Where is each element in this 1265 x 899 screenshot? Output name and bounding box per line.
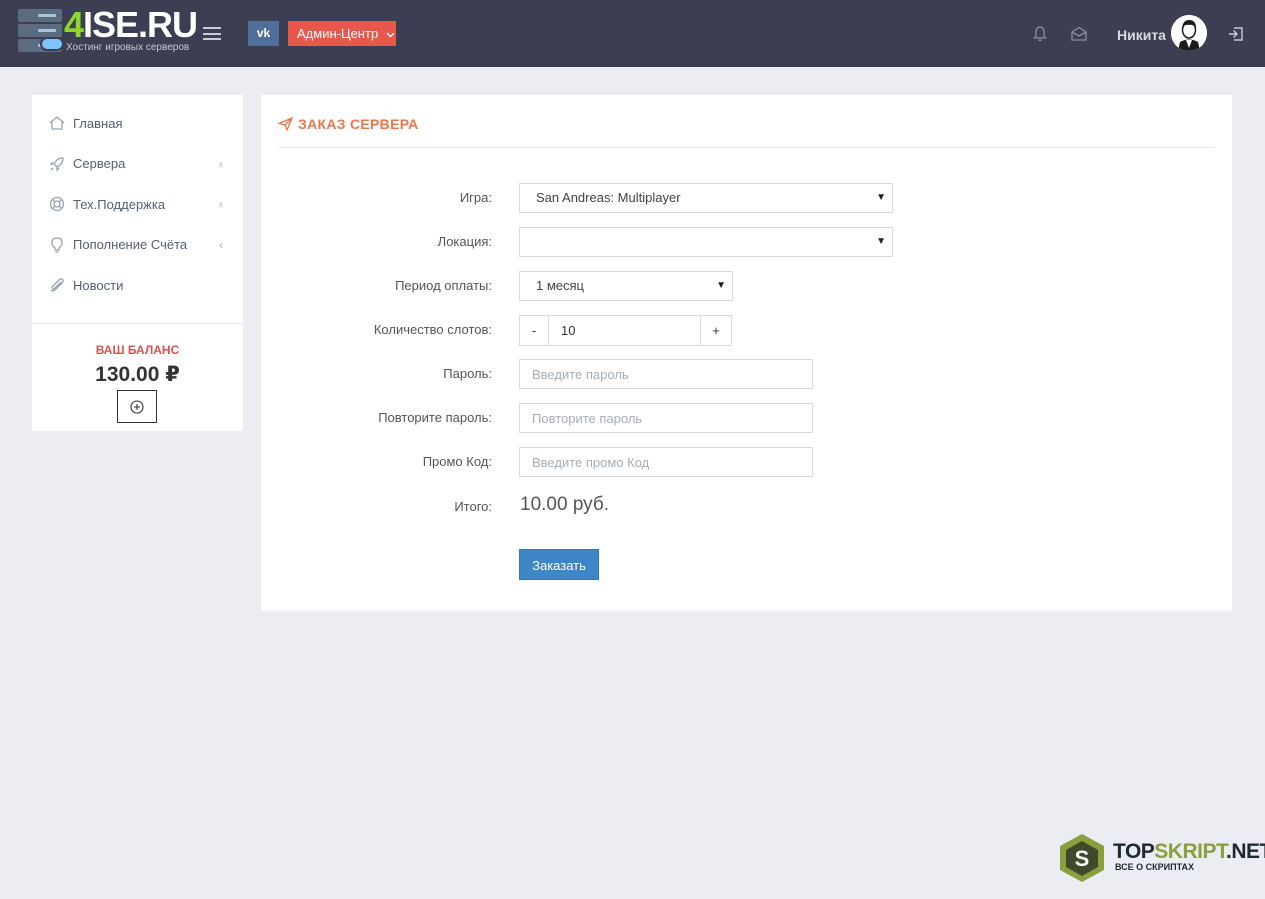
location-label: Локация: xyxy=(437,234,492,249)
site-logo[interactable]: 4ISE.RU Хостинг игровых серверов xyxy=(18,5,198,55)
watermark-title: TOPSKRIPT.NET xyxy=(1113,840,1265,863)
rocket-icon xyxy=(49,157,64,172)
dropdown-caret-icon: ▼ xyxy=(876,192,886,203)
balance-title: ВАШ БАЛАНС xyxy=(95,343,180,357)
password-input[interactable] xyxy=(519,359,813,389)
bell-icon[interactable] xyxy=(1031,25,1049,43)
password-repeat-input[interactable] xyxy=(519,403,813,433)
location-select[interactable]: ▼ xyxy=(519,227,893,257)
sidebar-divider xyxy=(32,323,243,324)
server-logo-icon xyxy=(18,9,64,53)
svg-text:S: S xyxy=(1075,846,1090,871)
total-value: 10.00 руб. xyxy=(520,494,610,515)
watermark-logo: S TOPSKRIPT.NET ВСЕ О СКРИПТАХ xyxy=(1057,833,1265,885)
watermark-subtitle: ВСЕ О СКРИПТАХ xyxy=(1115,862,1195,872)
sidebar-item-home[interactable]: Главная xyxy=(32,103,243,144)
sidebar-item-topup[interactable]: Пополнение Счёта ‹ xyxy=(32,225,243,266)
add-balance-button[interactable] xyxy=(117,390,157,423)
paperclip-icon xyxy=(50,278,64,292)
sidebar-item-servers[interactable]: Сервера ‹ xyxy=(32,144,243,185)
game-select[interactable]: San Andreas: Multiplayer ▼ xyxy=(519,183,893,213)
period-label: Период оплаты: xyxy=(395,278,492,293)
game-label: Игра: xyxy=(459,190,492,205)
user-name[interactable]: Никита xyxy=(1117,27,1166,43)
logo-subtitle: Хостинг игровых серверов xyxy=(66,42,190,53)
slots-input[interactable]: 10 xyxy=(549,315,700,346)
password-repeat-label: Повторите пароль: xyxy=(378,410,492,425)
lifebuoy-icon xyxy=(49,197,65,212)
order-panel: ЗАКАЗ СЕРВЕРА Игра: San Andreas: Multipl… xyxy=(261,95,1232,611)
vk-button[interactable]: vk xyxy=(248,21,279,46)
balance-value: 130.00 ₽ xyxy=(95,363,180,386)
order-button[interactable]: Заказать xyxy=(519,549,599,580)
dropdown-caret-icon: ▼ xyxy=(716,280,726,291)
sidebar-item-label: Новости xyxy=(73,277,124,293)
chevron-left-icon: ‹ xyxy=(219,156,223,171)
period-select[interactable]: 1 месяц ▼ xyxy=(519,271,733,301)
dropdown-caret-icon: ▼ xyxy=(876,236,886,247)
admin-center-label: Админ-Центр xyxy=(297,26,379,41)
promo-label: Промо Код: xyxy=(422,454,492,469)
sidebar-item-label: Главная xyxy=(73,115,123,131)
sidebar-item-label: Пополнение Счёта xyxy=(73,237,188,253)
period-select-value: 1 месяц xyxy=(536,278,584,293)
sidebar-item-label: Сервера xyxy=(73,156,126,172)
mail-icon[interactable] xyxy=(1070,25,1088,43)
title-divider xyxy=(278,147,1214,148)
logo-text: 4ISE.RU xyxy=(64,4,198,45)
sidebar: Главная Сервера ‹ Тех.Поддержка ‹ Пополн… xyxy=(32,95,243,431)
chevron-left-icon: ‹ xyxy=(219,197,223,211)
top-header: 4ISE.RU Хостинг игровых серверов vk Адми… xyxy=(0,0,1265,67)
logout-icon[interactable] xyxy=(1227,25,1245,43)
total-label: Итого: xyxy=(454,499,492,514)
slots-decrement-button[interactable]: - xyxy=(519,315,549,346)
bulb-icon xyxy=(51,237,63,253)
sidebar-item-news[interactable]: Новости xyxy=(32,265,243,306)
slots-label: Количество слотов: xyxy=(373,322,492,337)
menu-icon[interactable] xyxy=(203,27,221,40)
password-label: Пароль: xyxy=(443,366,492,381)
plus-circle-icon xyxy=(130,400,144,414)
game-select-value: San Andreas: Multiplayer xyxy=(536,190,681,205)
sidebar-item-label: Тех.Поддержка xyxy=(73,196,166,212)
avatar[interactable] xyxy=(1171,15,1207,51)
chevron-left-icon: ‹ xyxy=(219,237,223,252)
slots-increment-button[interactable]: + xyxy=(700,315,732,346)
admin-center-button[interactable]: Админ-Центр xyxy=(288,21,396,46)
promo-input[interactable] xyxy=(519,447,813,477)
watermark-hex-icon: S xyxy=(1060,834,1104,882)
paper-plane-icon xyxy=(278,117,293,131)
chevron-down-icon xyxy=(386,32,395,38)
home-icon xyxy=(49,116,65,130)
sidebar-item-support[interactable]: Тех.Поддержка ‹ xyxy=(32,184,243,225)
page-title: ЗАКАЗ СЕРВЕРА xyxy=(278,116,419,132)
